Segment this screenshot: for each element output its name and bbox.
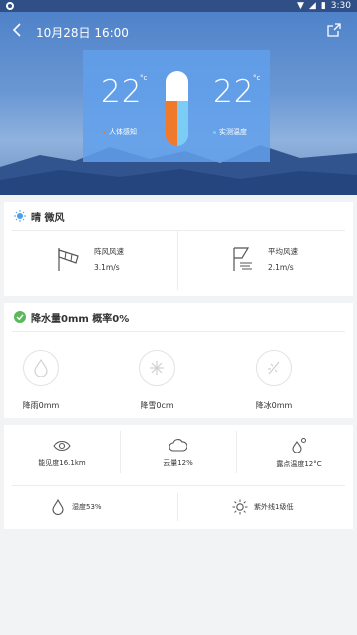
wind-card: 晴 微风 阵风风速 3.1m/s 平均风速 2.1m/s <box>4 202 353 296</box>
thermometer-icon <box>165 71 189 146</box>
check-circle-icon <box>14 311 26 323</box>
snow-amount: 降雪0cm <box>140 401 174 410</box>
battery-icon: ▮ <box>320 1 326 11</box>
measured-temperature-label: 实测温度 <box>213 127 247 137</box>
temperature-card: 22 °c 人体感知 22 °c 实测温度 <box>83 50 270 162</box>
feel-temperature: 22 <box>101 74 143 110</box>
measured-label-text: 实测温度 <box>219 128 247 136</box>
signal-icon: ◢ <box>308 1 316 11</box>
page-title: 10月28日 16:00 <box>36 26 129 40</box>
details-divider-2 <box>236 431 237 473</box>
ice-amount: 降冰0mm <box>255 401 293 410</box>
humidity-drop-icon <box>52 499 64 515</box>
rain-amount: 降雨0mm <box>22 401 60 410</box>
precipitation-divider <box>12 331 345 332</box>
dew-point-value: 露点温度12°C <box>276 460 322 468</box>
visibility-value: 能见度16.1km <box>38 459 86 467</box>
visibility-item: 能见度16.1km <box>22 440 102 468</box>
status-bar: ▼ ◢ ▮ 3:30 <box>0 0 357 12</box>
weather-condition-header: 晴 微风 <box>4 202 353 230</box>
dew-point-item: 露点温度12°C <box>254 437 344 469</box>
wind-vertical-divider <box>177 230 178 290</box>
precipitation-card: 降水量0mm 概率0% 降雨0mm 降雪0cm 降冰0mm <box>4 303 353 418</box>
details-divider-3 <box>177 493 178 521</box>
gust-speed-label: 阵风风速 <box>94 247 124 256</box>
rain-icon <box>23 350 59 386</box>
precipitation-header: 降水量0mm 概率0% <box>4 303 353 331</box>
details-divider-1 <box>120 431 121 473</box>
windsock-icon <box>58 248 79 271</box>
humidity-item: 湿度53% <box>52 499 132 515</box>
gust-speed: 阵风风速 3.1m/s <box>56 246 124 272</box>
cloud-cover-value: 云量12% <box>163 459 193 467</box>
eye-icon <box>53 440 71 452</box>
average-wind-speed: 平均风速 2.1m/s <box>230 246 298 272</box>
uv-index-value: 紫外线1级低 <box>254 503 294 511</box>
cloud-cover-item: 云量12% <box>138 438 218 468</box>
feel-label-text: 人体感知 <box>109 128 137 136</box>
top-bar: 10月28日 16:00 <box>0 20 357 44</box>
wifi-icon: ▼ <box>296 1 304 11</box>
feel-temperature-label: 人体感知 <box>103 127 137 137</box>
share-icon[interactable] <box>327 22 343 38</box>
gust-speed-value: 3.1m/s <box>94 263 120 272</box>
feel-temperature-unit: °c <box>140 74 148 82</box>
weather-condition: 晴 微风 <box>31 212 65 224</box>
snow-icon <box>139 350 175 386</box>
settings-status-icon <box>6 2 14 10</box>
sun-icon <box>14 210 26 222</box>
average-wind-label: 平均风速 <box>268 247 298 256</box>
hero-banner: 10月28日 16:00 22 °c 人体感知 22 °c 实测温度 <box>0 12 357 195</box>
back-arrow-icon[interactable] <box>12 23 24 39</box>
dew-drops-icon <box>292 438 306 453</box>
precipitation-summary: 降水量0mm 概率0% <box>31 313 130 325</box>
feel-dot <box>103 130 106 134</box>
measured-temperature: 22 <box>213 74 255 110</box>
humidity-value: 湿度53% <box>72 503 102 511</box>
uv-index-item: 紫外线1级低 <box>232 499 322 515</box>
uv-sun-icon <box>232 499 248 515</box>
wind-divider <box>12 230 345 231</box>
average-wind-value: 2.1m/s <box>268 263 294 272</box>
ice-icon <box>256 350 292 386</box>
flag-wind-icon <box>233 247 252 271</box>
status-time: 3:30 <box>330 1 351 11</box>
details-card: 能见度16.1km 云量12% 露点温度12°C 湿度53% 紫外线1级低 <box>4 425 353 529</box>
measured-dot <box>213 130 216 134</box>
measured-temperature-unit: °c <box>253 74 261 82</box>
cloud-icon <box>169 439 187 452</box>
details-row-divider <box>12 485 345 486</box>
